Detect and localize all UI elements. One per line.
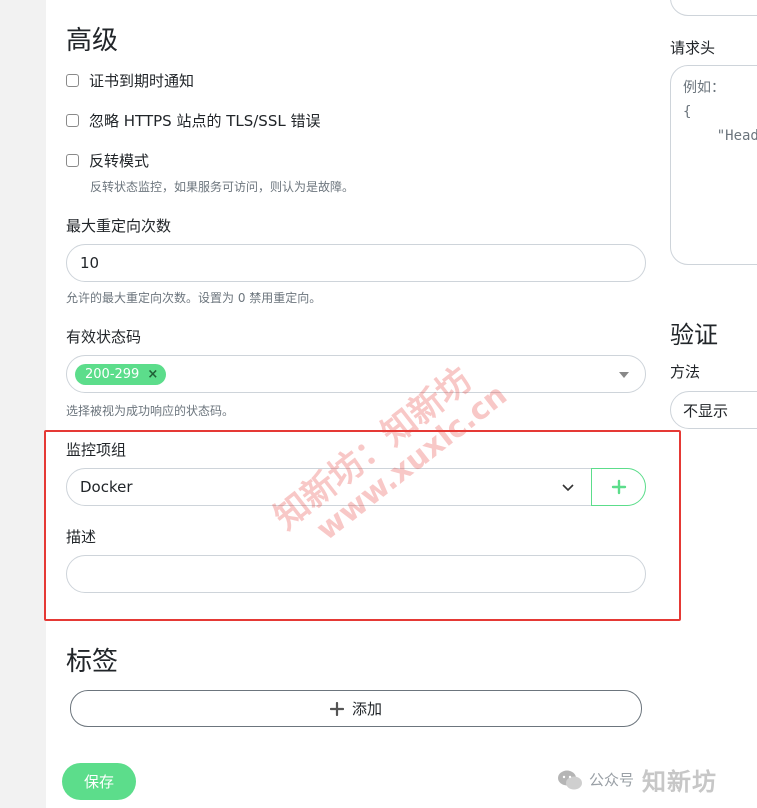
- tags-section-title: 标签: [66, 647, 119, 677]
- left-panel-edge: [0, 0, 46, 808]
- plus-icon: [329, 701, 344, 716]
- method-select[interactable]: 不显示: [670, 391, 757, 429]
- add-tag-button[interactable]: 添加: [70, 690, 642, 727]
- cert-expiry-option[interactable]: 证书到期时通知: [66, 70, 194, 91]
- reverse-mode-label: 反转模式: [89, 152, 150, 170]
- reverse-mode-option[interactable]: 反转模式: [66, 150, 149, 171]
- status-codes-label: 有效状态码: [66, 328, 142, 346]
- chevron-down-icon[interactable]: [561, 483, 575, 492]
- add-group-button[interactable]: [591, 468, 646, 506]
- monitor-group-label: 监控项组: [66, 441, 127, 459]
- url-input-partial[interactable]: [670, 0, 757, 16]
- status-codes-select[interactable]: 200-299 ×: [66, 355, 646, 393]
- footer-brand-text: 知新坊: [642, 768, 718, 796]
- ignore-tls-checkbox[interactable]: [66, 114, 79, 127]
- auth-section-title: 验证: [670, 321, 718, 349]
- status-code-tag: 200-299 ×: [75, 363, 167, 385]
- headers-label: 请求头: [670, 39, 716, 57]
- footer-account-text: 公众号: [589, 771, 635, 789]
- max-redirects-hint: 允许的最大重定向次数。设置为 0 禁用重定向。: [66, 291, 322, 305]
- headers-textarea[interactable]: 例如： { "Header: [670, 65, 757, 265]
- save-button-label: 保存: [83, 773, 114, 791]
- status-codes-hint: 选择被视为成功响应的状态码。: [66, 404, 235, 418]
- monitor-group-value: Docker: [80, 478, 133, 496]
- description-label: 描述: [66, 528, 97, 546]
- cert-expiry-checkbox[interactable]: [66, 74, 79, 87]
- cert-expiry-label: 证书到期时通知: [89, 72, 195, 90]
- max-redirects-input[interactable]: 10: [66, 244, 646, 282]
- wechat-icon: [558, 770, 582, 789]
- remove-tag-icon[interactable]: ×: [147, 367, 158, 382]
- ignore-tls-label: 忽略 HTTPS 站点的 TLS/SSL 错误: [89, 112, 321, 130]
- reverse-mode-hint: 反转状态监控，如果服务可访问，则认为是故障。: [90, 180, 355, 194]
- plus-icon: [611, 479, 626, 495]
- description-input[interactable]: [66, 555, 646, 593]
- method-value: 不显示: [683, 401, 729, 420]
- advanced-section-title: 高级: [66, 26, 119, 56]
- save-button[interactable]: 保存: [62, 763, 136, 800]
- add-tag-label: 添加: [351, 700, 382, 718]
- ignore-tls-option[interactable]: 忽略 HTTPS 站点的 TLS/SSL 错误: [66, 110, 320, 131]
- max-redirects-value: 10: [80, 254, 100, 272]
- caret-down-icon[interactable]: [619, 372, 629, 378]
- max-redirects-label: 最大重定向次数: [66, 217, 172, 235]
- status-code-tag-label: 200-299: [85, 366, 140, 382]
- reverse-mode-checkbox[interactable]: [66, 154, 79, 167]
- wechat-footer: 公众号 知新坊: [557, 762, 717, 797]
- method-label: 方法: [670, 363, 701, 381]
